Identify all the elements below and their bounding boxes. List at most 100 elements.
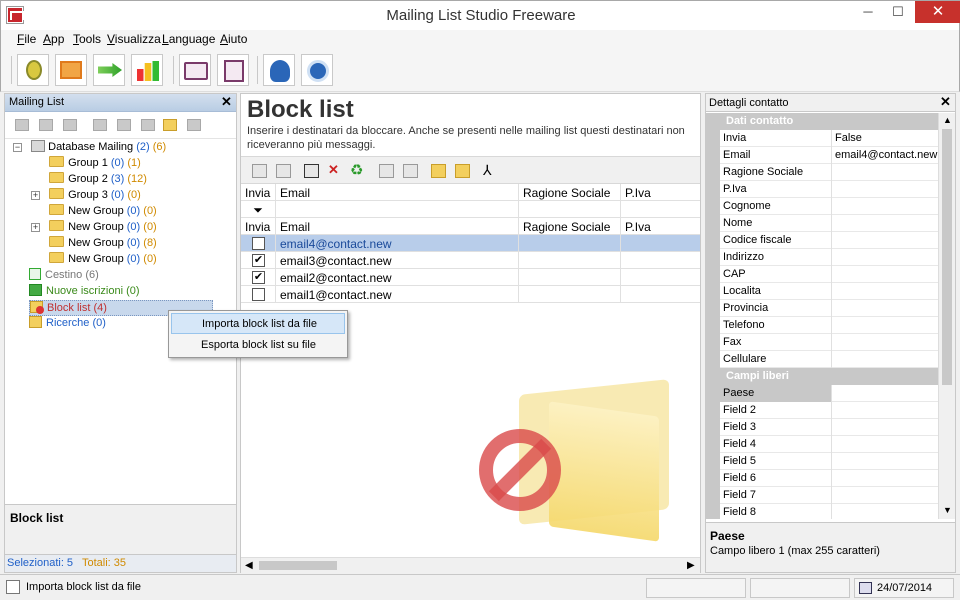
contacts-button[interactable] xyxy=(17,54,49,86)
edit-contact-icon[interactable] xyxy=(276,164,291,178)
property-name[interactable]: Provincia xyxy=(720,300,832,317)
new-list-icon[interactable] xyxy=(15,119,29,131)
property-row[interactable]: Field 7 xyxy=(706,487,938,504)
scroll-thumb[interactable] xyxy=(259,561,337,570)
close-window-button[interactable]: ✕ xyxy=(915,1,960,23)
stats-button[interactable] xyxy=(131,54,163,86)
tree-item-ricerche[interactable]: Ricerche (0) xyxy=(29,316,106,332)
property-row[interactable]: Cognome xyxy=(706,198,938,215)
property-value[interactable] xyxy=(832,164,938,181)
column-header[interactable]: Invia xyxy=(241,218,276,235)
menu-file[interactable]: File xyxy=(17,32,36,46)
column-header[interactable]: Invia xyxy=(241,184,276,201)
folder-icon[interactable] xyxy=(163,119,177,131)
minimize-button[interactable]: ─ xyxy=(853,1,883,23)
send-cell[interactable]: ✔ xyxy=(241,269,276,286)
scroll-up-icon[interactable]: ▲ xyxy=(943,115,952,125)
property-name[interactable]: Ragione Sociale xyxy=(720,164,832,181)
property-row[interactable]: Telefono xyxy=(706,317,938,334)
property-row[interactable]: Field 5 xyxy=(706,453,938,470)
tree-item-group[interactable]: Group 1 (0) (1) xyxy=(31,156,141,172)
company-cell[interactable] xyxy=(519,252,621,269)
company-cell[interactable] xyxy=(519,269,621,286)
update-button[interactable] xyxy=(301,54,333,86)
property-value[interactable] xyxy=(832,300,938,317)
properties-icon[interactable] xyxy=(187,119,201,131)
property-value[interactable] xyxy=(832,436,938,453)
move-icon[interactable] xyxy=(117,119,131,131)
property-row[interactable]: Field 6 xyxy=(706,470,938,487)
property-value[interactable] xyxy=(832,470,938,487)
property-name[interactable]: Field 4 xyxy=(720,436,832,453)
expand-icon[interactable]: + xyxy=(31,191,40,200)
column-header[interactable]: P.Iva xyxy=(621,218,700,235)
tree-item-group[interactable]: Group 2 (3) (12) xyxy=(31,172,147,188)
column-header[interactable]: Email xyxy=(276,218,519,235)
tree-item-group[interactable]: New Group (0) (8) xyxy=(31,236,157,252)
column-header[interactable]: Email xyxy=(276,184,519,201)
tree-item-nuove-iscrizioni[interactable]: Nuove iscrizioni (0) xyxy=(29,284,140,300)
tree-root[interactable]: − Database Mailing (2) (6) xyxy=(13,140,166,156)
property-value[interactable] xyxy=(832,453,938,470)
vat-cell[interactable] xyxy=(621,235,700,252)
property-value[interactable] xyxy=(832,351,938,368)
tree-item-group[interactable]: New Group (0) (0) xyxy=(31,204,157,220)
property-value[interactable] xyxy=(832,198,938,215)
recycle-icon[interactable]: ♻ xyxy=(350,163,365,178)
send-checkbox[interactable]: ✔ xyxy=(252,271,265,284)
property-name[interactable]: Nome xyxy=(720,215,832,232)
maximize-button[interactable]: ☐ xyxy=(883,1,913,23)
collapse-icon[interactable]: − xyxy=(13,143,22,152)
tree-item-cestino[interactable]: Cestino (6) xyxy=(29,268,99,284)
save-button[interactable] xyxy=(217,54,249,86)
property-value[interactable]: email4@contact.new xyxy=(832,147,938,164)
copy-icon[interactable] xyxy=(93,119,107,131)
property-row[interactable]: Fax xyxy=(706,334,938,351)
property-name[interactable]: P.Iva xyxy=(720,181,832,198)
property-value[interactable]: False xyxy=(832,130,938,147)
tree-item-group[interactable]: + Group 3 (0) (0) xyxy=(31,188,141,204)
property-row[interactable]: Nome xyxy=(706,215,938,232)
panel-close-button[interactable]: ✕ xyxy=(221,94,232,110)
filter-cell[interactable] xyxy=(276,201,519,218)
property-value[interactable] xyxy=(832,334,938,351)
table-row[interactable]: ✔ email2@contact.new xyxy=(241,269,700,286)
remove-icon[interactable]: ✕ xyxy=(328,163,343,178)
property-row[interactable]: Email email4@contact.new xyxy=(706,147,938,164)
menu-visualizza[interactable]: Visualizza xyxy=(107,32,161,46)
property-value[interactable] xyxy=(832,249,938,266)
property-name[interactable]: Field 3 xyxy=(720,419,832,436)
horizontal-scrollbar[interactable]: ◀ ▶ xyxy=(241,557,700,573)
property-row[interactable]: Field 2 xyxy=(706,402,938,419)
open-button[interactable] xyxy=(179,54,211,86)
filter-toggle-icon[interactable]: ⅄ xyxy=(483,163,498,178)
email-cell[interactable]: email1@contact.new xyxy=(276,286,519,303)
property-value[interactable] xyxy=(832,181,938,198)
property-row[interactable]: Ragione Sociale xyxy=(706,164,938,181)
property-value[interactable] xyxy=(832,215,938,232)
property-row[interactable]: Field 4 xyxy=(706,436,938,453)
table-row[interactable]: ✔ email3@contact.new xyxy=(241,252,700,269)
company-cell[interactable] xyxy=(519,286,621,303)
send-cell[interactable] xyxy=(241,235,276,252)
property-value[interactable] xyxy=(832,283,938,300)
expand-icon[interactable]: + xyxy=(31,223,40,232)
filter-cell[interactable] xyxy=(621,201,700,218)
property-name[interactable]: Codice fiscale xyxy=(720,232,832,249)
vertical-scrollbar[interactable]: ▲ ▼ xyxy=(938,113,955,519)
email-cell[interactable]: email3@contact.new xyxy=(276,252,519,269)
vat-cell[interactable] xyxy=(621,286,700,303)
property-row[interactable]: CAP xyxy=(706,266,938,283)
property-name[interactable]: Paese xyxy=(720,385,832,402)
property-row[interactable]: Localita xyxy=(706,283,938,300)
property-name[interactable]: Cognome xyxy=(720,198,832,215)
property-value[interactable] xyxy=(832,487,938,504)
property-value[interactable] xyxy=(832,232,938,249)
property-row[interactable]: Invia False xyxy=(706,130,938,147)
table-row[interactable]: email4@contact.new xyxy=(241,235,700,252)
email-cell[interactable]: email2@contact.new xyxy=(276,269,519,286)
property-name[interactable]: Indirizzo xyxy=(720,249,832,266)
property-name[interactable]: Field 8 xyxy=(720,504,832,519)
send-checkbox[interactable] xyxy=(252,237,265,250)
panel-close-button[interactable]: ✕ xyxy=(940,94,951,110)
